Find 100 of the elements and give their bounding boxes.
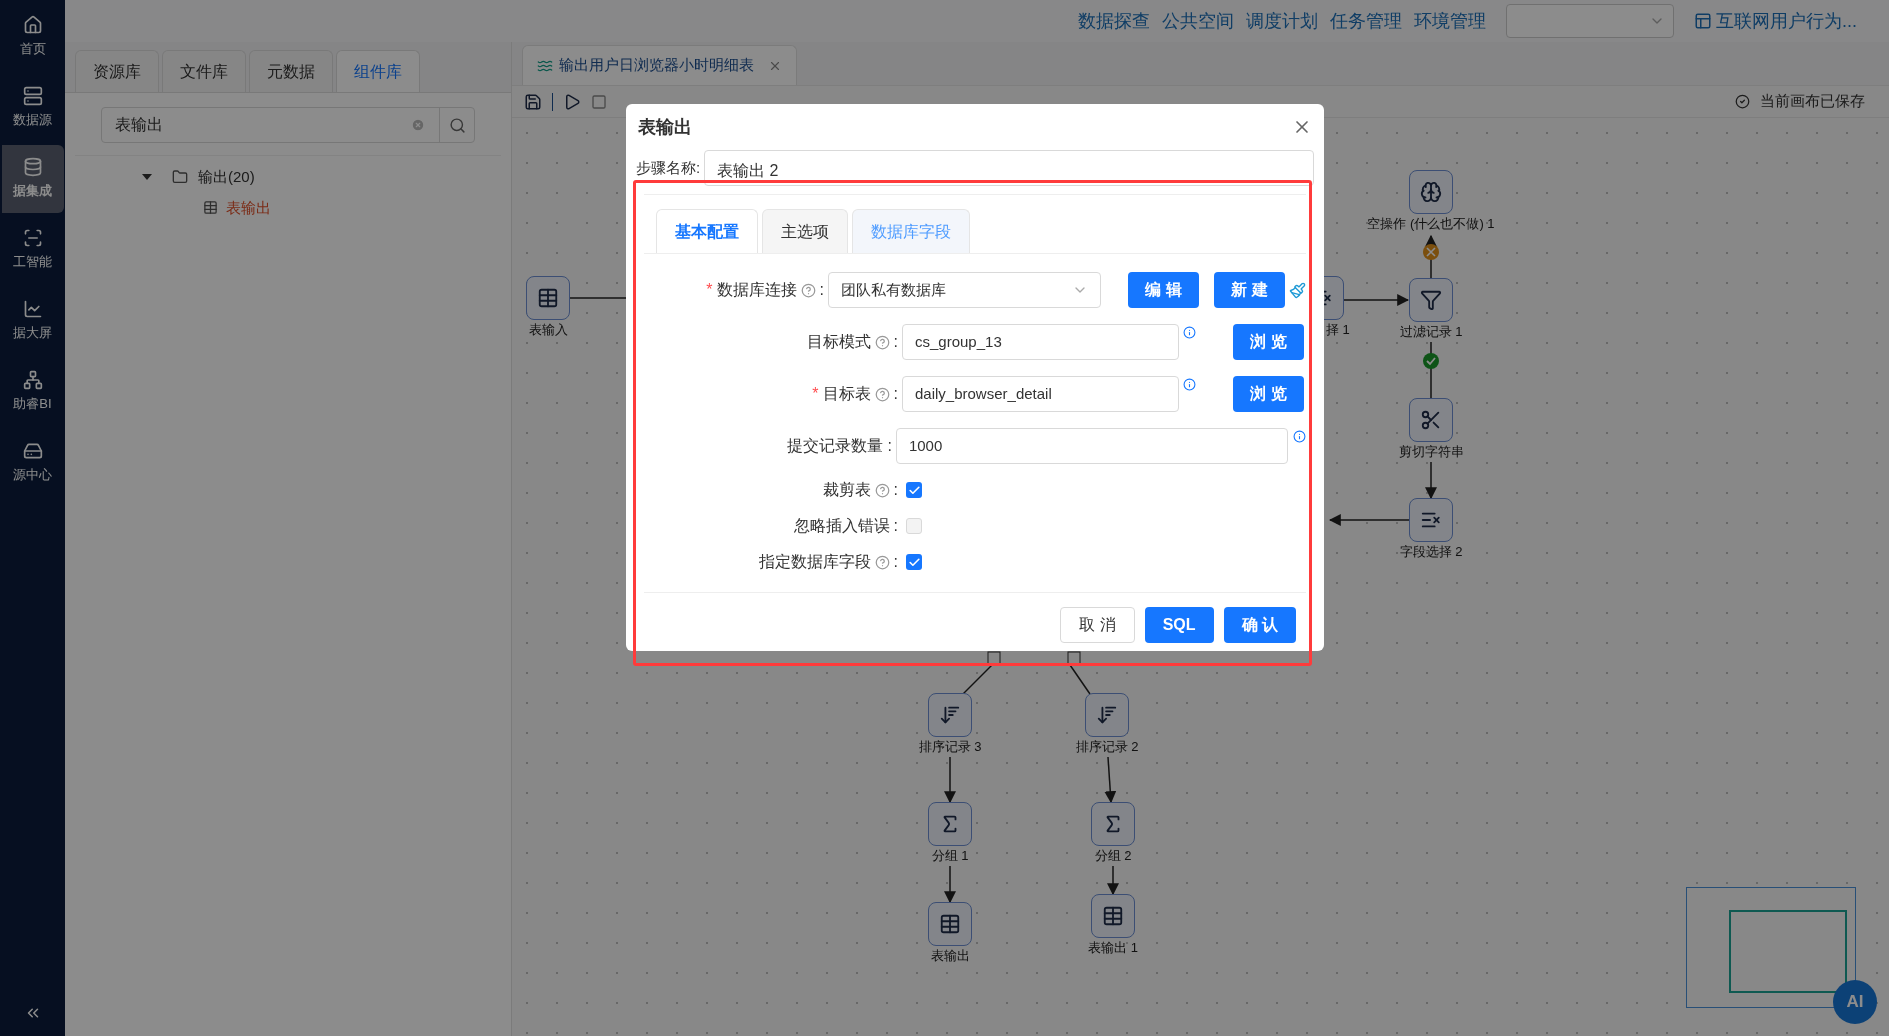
help-icon[interactable] [800, 282, 816, 298]
hop-icon [987, 651, 1001, 665]
sidebar-item[interactable]: 助睿BI [1, 358, 64, 426]
connector-arrow [944, 865, 956, 904]
help-icon[interactable] [874, 482, 890, 498]
flow-node[interactable] [928, 902, 972, 946]
field-label: 目标表 [822, 384, 871, 404]
dialog-tab[interactable]: 基本配置 [656, 209, 758, 253]
help-icon[interactable] [874, 386, 890, 402]
help-icon[interactable] [874, 554, 890, 570]
colon: : [887, 436, 892, 456]
text-field[interactable]: 1000 [895, 428, 1288, 464]
connector-arrow [944, 756, 956, 804]
text-field[interactable]: cs_group_13 [902, 324, 1179, 360]
node-label: 表输出 [930, 947, 970, 965]
panel-tab[interactable]: 资源库 [75, 50, 159, 92]
panel-tab[interactable]: 文件库 [162, 50, 246, 92]
colon: : [893, 516, 898, 536]
field-label: 目标模式 [806, 332, 871, 352]
project-link[interactable]: 互联网用户行为... [1716, 7, 1857, 35]
sort-icon [939, 704, 961, 726]
dialog-button[interactable]: 确 认 [1223, 607, 1296, 643]
check-badge-icon [1423, 353, 1439, 369]
nav-link[interactable]: 调度计划 [1246, 7, 1318, 35]
table-icon [203, 200, 218, 216]
sidebar-item[interactable]: 工智能 [1, 216, 64, 284]
save-icon[interactable] [524, 92, 542, 111]
connector-line [962, 664, 993, 695]
filter-icon [1420, 289, 1442, 311]
action-button[interactable]: 浏 览 [1233, 376, 1304, 412]
scissors-icon [1420, 409, 1442, 431]
scan-icon [22, 228, 43, 249]
save-status: 当前画布已保存 [1760, 91, 1865, 112]
nav-link[interactable]: 环境管理 [1414, 7, 1486, 35]
connector-line [1069, 664, 1091, 695]
node-label: 择 1 [1326, 321, 1350, 339]
node-label: 分组 1 [931, 847, 969, 865]
flow-node[interactable] [1409, 398, 1453, 442]
action-button[interactable]: 新 建 [1214, 272, 1285, 308]
chart-icon [22, 299, 43, 320]
flow-node[interactable] [526, 276, 570, 320]
help-icon[interactable] [874, 334, 890, 350]
flow-node[interactable] [1409, 498, 1453, 542]
sidebar-item[interactable]: 首页 [1, 3, 64, 71]
play-icon[interactable] [563, 92, 581, 111]
ai-button[interactable]: AI [1833, 980, 1877, 1024]
nav-link[interactable]: 数据探查 [1078, 7, 1150, 35]
connector-arrow [1107, 865, 1119, 896]
folder-icon [172, 169, 188, 186]
checkbox[interactable] [906, 554, 922, 570]
sidebar-item[interactable]: 源中心 [1, 429, 64, 497]
panel-tab[interactable]: 组件库 [336, 50, 420, 92]
node-label: 表输入 [528, 321, 568, 339]
database-icon [22, 157, 43, 178]
text-field[interactable]: daily_browser_detail [902, 376, 1179, 412]
flow-node[interactable] [1085, 693, 1129, 737]
dialog-button[interactable]: SQL [1144, 607, 1214, 643]
dialog-tab[interactable]: 主选项 [762, 209, 848, 253]
colon: : [893, 332, 898, 352]
field-label: 步骤名称: [636, 157, 701, 178]
field-label: 数据库连接 [716, 280, 797, 300]
node-label: 表输出 1 [1088, 939, 1138, 957]
flow-node[interactable] [1091, 802, 1135, 846]
flow-node[interactable] [1409, 170, 1453, 214]
field-label: 提交记录数量 [787, 436, 884, 456]
tree-item[interactable]: 表输出 [226, 196, 271, 219]
tree-item[interactable]: 输出(20) [198, 166, 255, 189]
nav-link[interactable]: 公共空间 [1162, 7, 1234, 35]
editor-tab[interactable]: 输出用户日浏览器小时明细表 [522, 45, 797, 85]
colon: : [893, 480, 898, 500]
checkbox[interactable] [906, 482, 922, 498]
nav-link[interactable]: 任务管理 [1330, 7, 1402, 35]
checkbox[interactable] [906, 518, 922, 534]
hop-icon [1067, 651, 1081, 665]
dialog-tab[interactable]: 数据库字段 [852, 209, 970, 253]
expand-caret-icon[interactable] [142, 174, 152, 181]
error-badge-icon [1423, 244, 1439, 260]
select-field[interactable]: 团队私有数据库 [828, 272, 1101, 308]
sidebar-item[interactable]: 据大屏 [1, 287, 64, 355]
action-button[interactable]: 浏 览 [1233, 324, 1304, 360]
panel-tab[interactable]: 元数据 [249, 50, 333, 92]
node-label: 剪切字符串 [1398, 443, 1464, 461]
flow-node[interactable] [1091, 894, 1135, 938]
flow-node[interactable] [928, 693, 972, 737]
dialog-button[interactable]: 取 消 [1060, 607, 1135, 643]
search-field[interactable]: 表输出 [101, 107, 475, 143]
flow-node[interactable] [1409, 278, 1453, 322]
brush-icon[interactable] [1289, 281, 1306, 299]
node-label: 排序记录 2 [1075, 738, 1139, 756]
table-icon [537, 287, 559, 309]
node-label: 空操作 (什么也不做) 1 [1367, 215, 1495, 233]
network-icon [22, 370, 43, 391]
connector-arrow [1425, 234, 1437, 279]
sidebar-item[interactable]: 数据源 [1, 74, 64, 142]
action-button[interactable]: 编 辑 [1128, 272, 1199, 308]
flow-node[interactable] [928, 802, 972, 846]
sidebar-item[interactable]: 据集成 [1, 145, 64, 213]
node-label: 分组 2 [1094, 847, 1132, 865]
table-icon [939, 913, 961, 935]
brain-icon [1420, 181, 1442, 203]
